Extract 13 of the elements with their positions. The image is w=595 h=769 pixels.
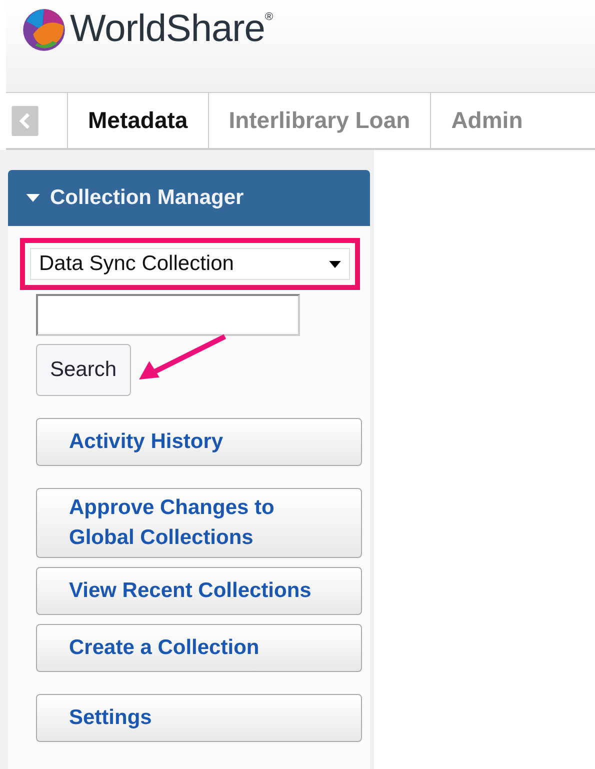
- dropdown-caret-icon: [329, 260, 341, 268]
- search-button[interactable]: Search: [36, 344, 131, 396]
- panel-header[interactable]: Collection Manager: [8, 170, 370, 226]
- search-field[interactable]: [36, 294, 300, 336]
- menu-button[interactable]: Create a Collection: [36, 624, 362, 672]
- menu-button[interactable]: Activity History: [36, 418, 362, 466]
- caret-icon: [26, 194, 40, 202]
- menu-button[interactable]: Approve Changes to Global Collections: [36, 488, 362, 558]
- logo-text: WorldShare$^{®}$: [70, 7, 273, 52]
- menu-button[interactable]: View Recent Collections: [36, 567, 362, 615]
- menu-button[interactable]: Settings: [36, 694, 362, 742]
- collection-select[interactable]: Data Sync Collection: [30, 248, 350, 280]
- logo-icon: [22, 8, 66, 52]
